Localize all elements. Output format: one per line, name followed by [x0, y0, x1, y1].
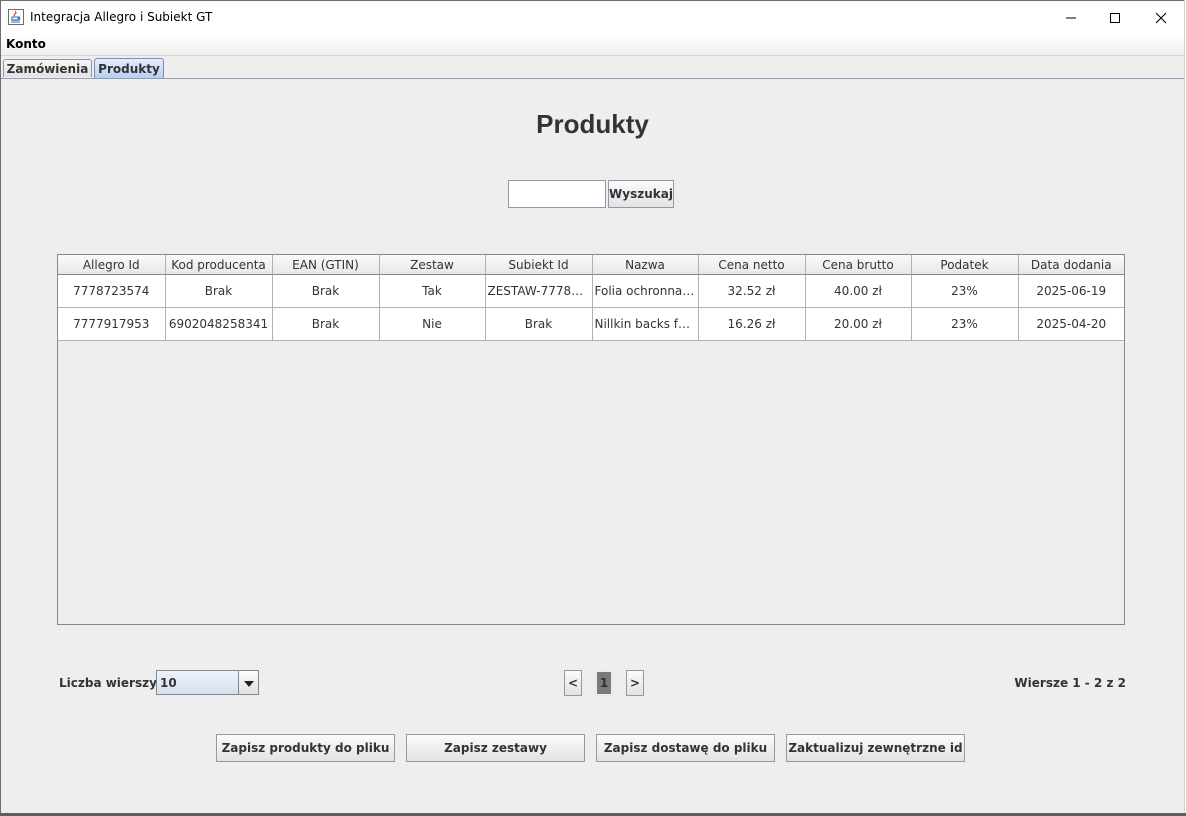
- window-title: Integracja Allegro i Subiekt GT: [30, 10, 213, 24]
- column-header-kod-producenta[interactable]: Kod producenta: [165, 255, 273, 275]
- cell-podatek[interactable]: 23%: [911, 274, 1019, 308]
- column-header-cena-brutto[interactable]: Cena brutto: [805, 255, 912, 275]
- cell-zestaw[interactable]: Tak: [379, 274, 486, 308]
- menu-bar: Konto: [1, 34, 1184, 56]
- cell-subiekt-id[interactable]: ZESTAW-777872...: [485, 274, 593, 308]
- search-input[interactable]: [508, 180, 606, 208]
- cell-ean[interactable]: Brak: [272, 307, 380, 341]
- table-row[interactable]: 7778723574 Brak Brak Tak ZESTAW-777872..…: [58, 274, 1124, 308]
- update-external-ids-button[interactable]: Zaktualizuj zewnętrzne id: [786, 734, 965, 762]
- prev-page-button[interactable]: <: [564, 670, 582, 696]
- rows-range-info: Wiersze 1 - 2 z 2: [1014, 676, 1126, 690]
- minimize-button[interactable]: [1048, 1, 1094, 34]
- column-header-allegro-id[interactable]: Allegro Id: [58, 255, 166, 275]
- next-page-button[interactable]: >: [626, 670, 644, 696]
- cell-podatek[interactable]: 23%: [911, 307, 1019, 341]
- cell-subiekt-id[interactable]: Brak: [485, 307, 593, 341]
- cell-nazwa[interactable]: Nillkin backs for ...: [592, 307, 699, 341]
- java-app-icon: [8, 9, 24, 25]
- table-header-row: Allegro Id Kod producenta EAN (GTIN) Zes…: [58, 255, 1124, 275]
- cell-cena-brutto[interactable]: 40.00 zł: [805, 274, 912, 308]
- maximize-icon: [1109, 12, 1121, 24]
- cell-cena-netto[interactable]: 32.52 zł: [698, 274, 806, 308]
- cell-data-dodania[interactable]: 2025-04-20: [1018, 307, 1124, 341]
- cell-kod-producenta[interactable]: Brak: [165, 274, 273, 308]
- minimize-icon: [1065, 12, 1077, 24]
- column-header-nazwa[interactable]: Nazwa: [592, 255, 699, 275]
- current-page-number: 1: [597, 672, 611, 694]
- column-header-podatek[interactable]: Podatek: [911, 255, 1019, 275]
- cell-ean[interactable]: Brak: [272, 274, 380, 308]
- rows-per-page-label: Liczba wierszy:: [59, 676, 162, 690]
- maximize-button[interactable]: [1092, 1, 1138, 34]
- rows-per-page-value: 10: [160, 676, 177, 690]
- products-table: Allegro Id Kod producenta EAN (GTIN) Zes…: [57, 254, 1125, 625]
- tab-zamowienia[interactable]: Zamówienia: [3, 59, 92, 77]
- column-header-zestaw[interactable]: Zestaw: [379, 255, 486, 275]
- cell-data-dodania[interactable]: 2025-06-19: [1018, 274, 1124, 308]
- save-delivery-button[interactable]: Zapisz dostawę do pliku: [596, 734, 775, 762]
- dropdown-button[interactable]: [238, 671, 258, 694]
- close-icon: [1155, 12, 1167, 24]
- table-row[interactable]: 7777917953 6902048258341 Brak Nie Brak N…: [58, 307, 1124, 341]
- column-header-cena-netto[interactable]: Cena netto: [698, 255, 806, 275]
- tab-strip: Zamówienia Produkty: [1, 56, 1184, 78]
- products-panel: Produkty Wyszukaj Allegro Id Kod produce…: [1, 78, 1184, 813]
- cell-zestaw[interactable]: Nie: [379, 307, 486, 341]
- title-bar[interactable]: Integracja Allegro i Subiekt GT: [1, 1, 1184, 34]
- close-button[interactable]: [1138, 1, 1184, 34]
- save-sets-button[interactable]: Zapisz zestawy: [406, 734, 585, 762]
- cell-allegro-id[interactable]: 7778723574: [58, 274, 166, 308]
- tab-produkty[interactable]: Produkty: [94, 58, 164, 78]
- cell-kod-producenta[interactable]: 6902048258341: [165, 307, 273, 341]
- chevron-down-icon: [243, 676, 254, 690]
- column-header-ean[interactable]: EAN (GTIN): [272, 255, 380, 275]
- current-page-button[interactable]: 1: [595, 670, 613, 696]
- save-products-button[interactable]: Zapisz produkty do pliku: [216, 734, 395, 762]
- column-header-subiekt-id[interactable]: Subiekt Id: [485, 255, 593, 275]
- cell-cena-brutto[interactable]: 20.00 zł: [805, 307, 912, 341]
- column-header-data-dodania[interactable]: Data dodania: [1018, 255, 1124, 275]
- search-button[interactable]: Wyszukaj: [608, 180, 674, 208]
- menu-konto[interactable]: Konto: [6, 37, 46, 51]
- cell-nazwa[interactable]: Folia ochronna 3...: [592, 274, 699, 308]
- page-title: Produkty: [536, 109, 649, 139]
- cell-allegro-id[interactable]: 7777917953: [58, 307, 166, 341]
- cell-cena-netto[interactable]: 16.26 zł: [698, 307, 806, 341]
- rows-per-page-select[interactable]: 10: [156, 670, 259, 695]
